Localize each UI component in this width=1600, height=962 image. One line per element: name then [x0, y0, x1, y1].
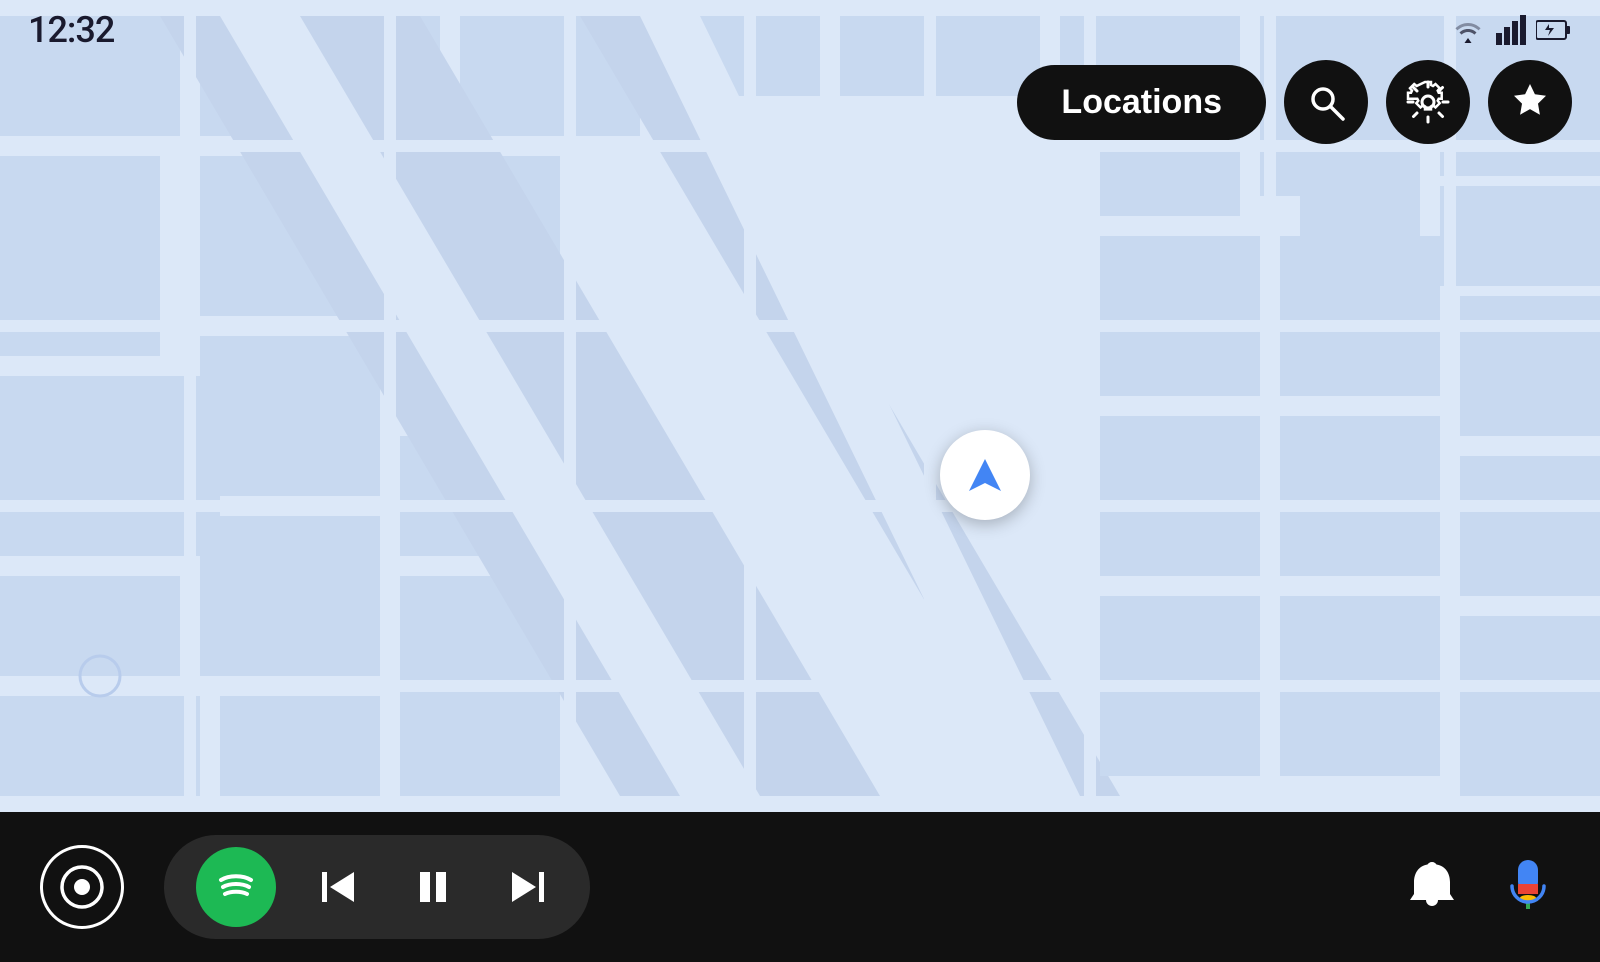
home-button[interactable] [40, 845, 124, 929]
time-display: 12:32 [28, 9, 114, 51]
bell-icon [1400, 854, 1464, 918]
spotify-icon [211, 862, 261, 912]
current-location-button[interactable] [940, 430, 1030, 520]
home-circle-icon [59, 864, 105, 910]
settings-icon [1406, 80, 1450, 124]
prev-icon [316, 864, 362, 910]
wifi-icon [1450, 16, 1486, 44]
locations-button[interactable]: Locations [1017, 65, 1266, 140]
next-icon [504, 864, 550, 910]
bottom-bar [0, 812, 1600, 962]
app: 12:32 [0, 0, 1600, 962]
location-arrow-icon [963, 453, 1007, 497]
battery-icon [1536, 17, 1572, 43]
toolbar: Locations [1017, 60, 1572, 144]
next-button[interactable] [496, 856, 558, 918]
prev-button[interactable] [308, 856, 370, 918]
search-button[interactable] [1284, 60, 1368, 144]
signal-icon [1496, 15, 1526, 45]
settings-button[interactable] [1386, 60, 1470, 144]
star-icon [1508, 80, 1552, 124]
favorites-button[interactable] [1488, 60, 1572, 144]
search-icon [1305, 81, 1347, 123]
spotify-button[interactable] [196, 847, 276, 927]
status-bar: 12:32 [0, 0, 1600, 60]
voice-icon [1496, 854, 1560, 918]
bottom-right-controls [1400, 854, 1560, 921]
pause-button[interactable] [402, 856, 464, 918]
voice-button[interactable] [1496, 854, 1560, 921]
notification-button[interactable] [1400, 854, 1464, 921]
media-controls [164, 835, 590, 939]
pause-icon [410, 864, 456, 910]
map-area[interactable]: 12:32 [0, 0, 1600, 812]
status-icons [1450, 15, 1572, 45]
